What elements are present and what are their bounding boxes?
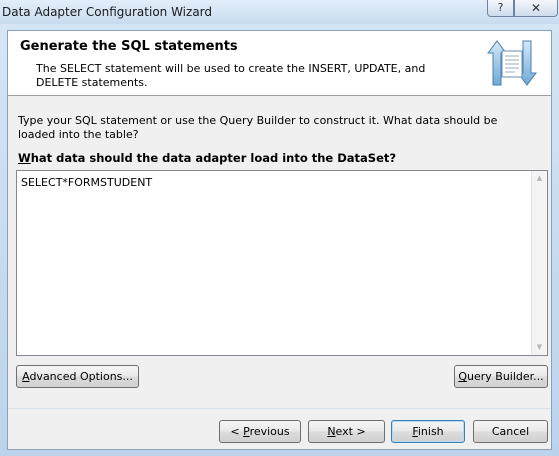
button-label: revious (249, 425, 290, 438)
wizard-body: Generate the SQL statements The SELECT s… (7, 30, 552, 450)
footer-divider (8, 408, 551, 409)
page-description: The SELECT statement will be used to cre… (36, 62, 426, 89)
access-key: Q (458, 370, 467, 383)
query-builder-button[interactable]: Query Builder... (454, 365, 548, 388)
access-key: W (18, 151, 31, 165)
database-transfer-icon (487, 40, 537, 86)
sql-statement-input[interactable]: SELECT*FORMSTUDENT ▲ ▼ (16, 170, 548, 356)
access-key: N (327, 425, 336, 438)
cancel-button[interactable]: Cancel (473, 420, 548, 443)
button-label: ext > (335, 425, 366, 438)
button-label: < (230, 425, 244, 438)
advanced-options-button[interactable]: Advanced Options... (16, 365, 139, 388)
page-title: Generate the SQL statements (20, 39, 238, 54)
title-bar[interactable]: Data Adapter Configuration Wizard ? ✕ (0, 0, 559, 24)
label-text: hat data should the data adapter load in… (30, 151, 397, 165)
instruction-text: Type your SQL statement or use the Query… (18, 114, 498, 141)
previous-button[interactable]: < Previous (219, 420, 301, 443)
close-button[interactable]: ✕ (514, 0, 558, 17)
vertical-scrollbar[interactable]: ▲ ▼ (531, 171, 547, 355)
finish-button[interactable]: Finish (391, 420, 465, 443)
scroll-down-icon[interactable]: ▼ (532, 340, 547, 355)
help-button[interactable]: ? (487, 0, 514, 17)
window-title: Data Adapter Configuration Wizard (2, 5, 213, 19)
button-label: uery Builder... (467, 370, 544, 383)
scroll-up-icon[interactable]: ▲ (532, 171, 547, 186)
next-button[interactable]: Next > (308, 420, 385, 443)
sql-statement-value[interactable]: SELECT*FORMSTUDENT (21, 176, 152, 189)
wizard-header: Generate the SQL statements The SELECT s… (8, 31, 551, 96)
wizard-window: Data Adapter Configuration Wizard ? ✕ Ge… (0, 0, 559, 456)
button-label: inish (417, 425, 444, 438)
button-label: dvanced Options... (29, 370, 133, 383)
sql-field-label: What data should the data adapter load i… (18, 151, 396, 165)
